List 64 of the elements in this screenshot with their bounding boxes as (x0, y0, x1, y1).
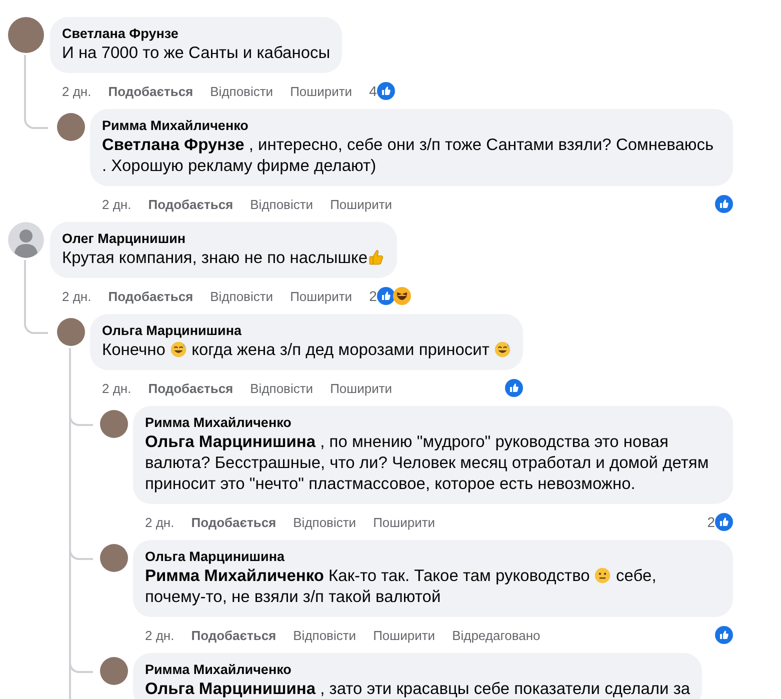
comment-action[interactable]: Відповісти (210, 288, 274, 304)
comment-action[interactable]: Подобається (108, 288, 194, 304)
comment-action[interactable]: Відповісти (293, 628, 356, 642)
comment-time[interactable]: 2 дн. (102, 380, 132, 396)
comment-action[interactable]: Подобається (148, 380, 234, 396)
comment-action[interactable]: Поширити (330, 196, 392, 212)
comment-time[interactable]: 2 дн. (145, 628, 174, 642)
avatar[interactable] (57, 318, 85, 346)
thread-connector (24, 103, 48, 129)
sweat-smile-emoji-icon (170, 341, 187, 358)
comment-text: Светлана Фрунзе , интересно, себе они з/п тоже Сантами взяли? Сомневаюсь . Хорошую рекламу фирме делают) (102, 135, 715, 177)
like-reaction-icon[interactable] (715, 626, 733, 644)
laughing-reaction-icon[interactable] (392, 287, 411, 305)
like-reaction-icon[interactable] (715, 195, 733, 213)
default-avatar-icon[interactable] (8, 222, 44, 258)
comment-action[interactable]: Відповісти (210, 84, 274, 98)
comment-author[interactable]: Олег Марцинишин (62, 230, 385, 248)
avatar[interactable] (100, 657, 128, 685)
comment-author[interactable]: Светлана Фрунзе (62, 25, 330, 43)
avatar[interactable] (100, 544, 128, 572)
comment-action[interactable]: Поширити (373, 628, 436, 642)
comment-author[interactable]: Римма Михайличенко (102, 117, 721, 135)
comment-action[interactable]: Відповісти (250, 196, 314, 212)
thread-line (24, 260, 26, 308)
comment-action[interactable]: Поширити (290, 288, 352, 304)
comment-text: Конечно когда жена з/п дед морозами приносит (102, 340, 512, 361)
reaction-count[interactable]: 4 (369, 83, 377, 99)
comment-author[interactable]: Ольга Марцинишина (145, 548, 721, 566)
comment-text: Римма Михайличенко Как-то так. Такое там руководство себе, почему-то, не взяли з/п такой валютой (145, 566, 658, 608)
avatar[interactable] (8, 17, 44, 53)
like-reaction-icon[interactable] (715, 513, 733, 531)
comment-author[interactable]: Ольга Марцинишина (102, 322, 512, 340)
edited-label[interactable]: Відредаговано (452, 628, 540, 642)
comment-author[interactable]: Римма Михайличенко (145, 661, 690, 679)
reaction-count[interactable]: 2 (707, 514, 715, 530)
comment-time[interactable]: 2 дн. (62, 84, 92, 98)
comment-action[interactable]: Подобається (191, 628, 276, 642)
avatar[interactable] (100, 410, 128, 438)
comment-action[interactable]: Відповісти (293, 514, 356, 530)
thread-connector (24, 308, 48, 334)
comment-action[interactable]: Подобається (148, 196, 234, 212)
reaction-count[interactable]: 2 (369, 288, 377, 304)
comment-text: Крутая компания, знаю не по наслышке (62, 248, 385, 269)
like-reaction-icon[interactable] (376, 287, 395, 305)
comment-action[interactable]: Поширити (373, 514, 436, 530)
comment-time[interactable]: 2 дн. (102, 196, 132, 212)
comment-action[interactable]: Подобається (191, 514, 276, 530)
thumbs-up-emoji-icon (368, 249, 385, 266)
sweat-smile-emoji-icon (494, 341, 512, 358)
comment-time[interactable]: 2 дн. (145, 514, 174, 530)
comment-action[interactable]: Поширити (290, 84, 352, 98)
comment-text: И на 7000 то же Санты и кабаносы (62, 43, 330, 64)
comment-action[interactable]: Відповісти (250, 380, 314, 396)
comment-action[interactable]: Подобається (108, 84, 194, 98)
comment-author[interactable]: Римма Михайличенко (145, 414, 721, 432)
comment-text: Ольга Марцинишина , зато эти красавцы себе показатели сделали за (145, 679, 690, 699)
neutral-face-emoji-icon (594, 567, 612, 584)
comment-time[interactable]: 2 дн. (62, 288, 92, 304)
comment-action[interactable]: Поширити (330, 380, 392, 396)
comment-text: Ольга Марцинишина , по мнению "мудрого" руководства это новая валюта? Бесстрашные, что ли? Человек месяц отработал и домой детям приносит это "нечто" пластмассовое, которое есть невозможно. (145, 432, 710, 495)
like-reaction-icon[interactable] (376, 82, 395, 100)
avatar[interactable] (57, 113, 85, 141)
like-reaction-icon[interactable] (505, 379, 524, 397)
thread-line (24, 55, 26, 103)
